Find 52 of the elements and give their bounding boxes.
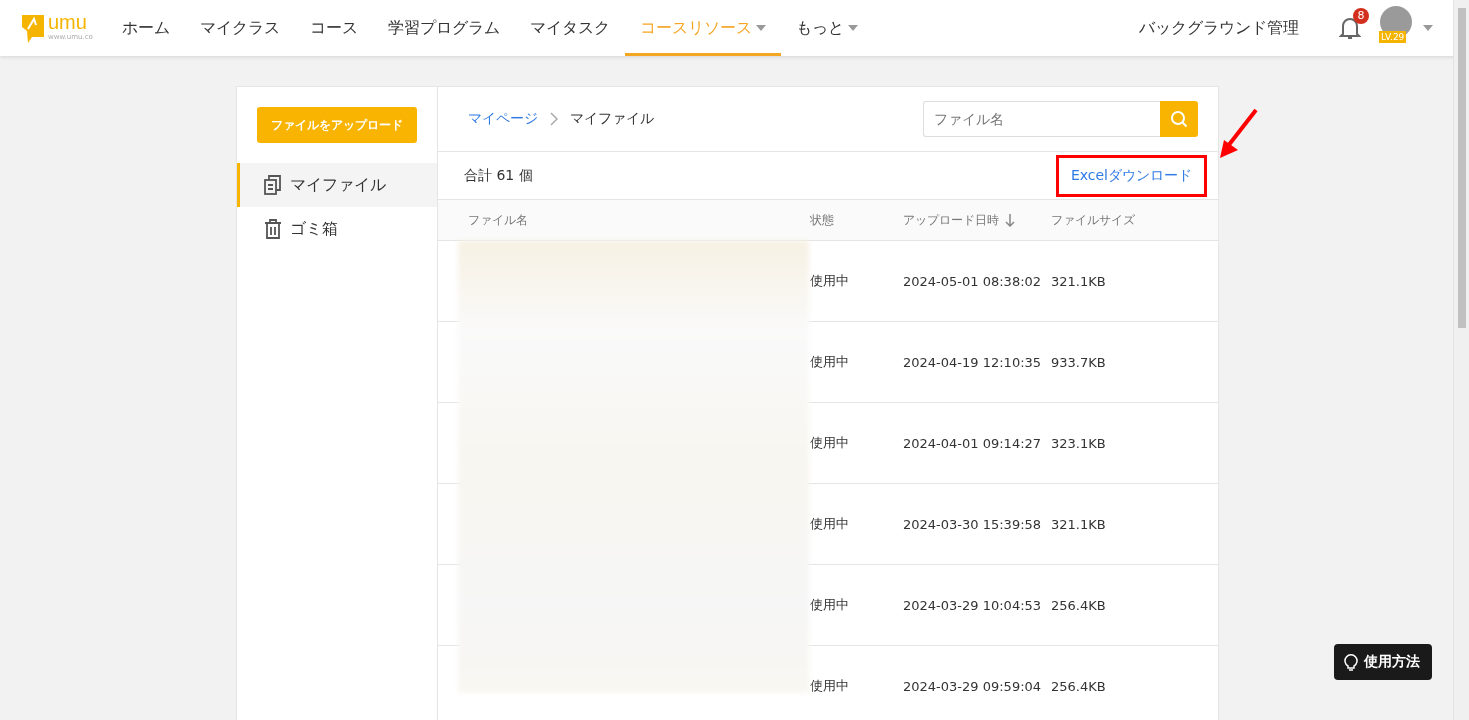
logo-text: umu	[48, 11, 87, 33]
lightbulb-icon	[1344, 653, 1358, 671]
trash-icon	[264, 219, 282, 239]
column-header: ファイルサイズ	[1051, 200, 1218, 241]
table-cell: 使用中	[810, 403, 903, 484]
files-icon	[264, 175, 282, 195]
table-cell: 321.1KB	[1051, 241, 1218, 322]
nav-tab[interactable]: もっと	[780, 0, 873, 56]
search-button[interactable]	[1160, 101, 1198, 138]
table-cell: 2024-04-19 12:10:35	[903, 322, 1051, 403]
table-cell: 2024-03-29 10:04:53	[903, 565, 1051, 646]
search-field[interactable]: ファイル名	[923, 101, 1160, 138]
arrow-icon	[1218, 108, 1260, 160]
admin-link[interactable]: バックグラウンド管理	[1139, 17, 1299, 39]
table-cell: 323.1KB	[1051, 403, 1218, 484]
table-cell: 256.4KB	[1051, 565, 1218, 646]
excel-download-link[interactable]: Excelダウンロード	[1055, 154, 1207, 197]
search-icon	[1170, 110, 1188, 129]
notification-badge: 8	[1353, 8, 1369, 24]
sort-arrow-icon[interactable]	[1005, 213, 1015, 227]
table-cell: 使用中	[810, 646, 903, 720]
table-cell: 2024-03-29 09:59:04	[903, 646, 1051, 720]
breadcrumb-item[interactable]: マイページ	[468, 110, 538, 129]
nav-tab[interactable]: コース	[294, 0, 373, 56]
chevron-icon	[550, 112, 558, 127]
table-cell: 使用中	[810, 241, 903, 322]
breadcrumb-item: マイファイル	[570, 110, 654, 129]
nav-tab[interactable]: マイタスク	[514, 0, 625, 56]
sidebar-item[interactable]: マイファイル	[237, 163, 437, 207]
total-count: 合計 61 個	[464, 166, 533, 185]
level-badge: LV.29	[1379, 31, 1407, 43]
table-cell: 2024-03-30 15:39:58	[903, 484, 1051, 565]
caret-icon[interactable]	[1423, 25, 1433, 31]
table-cell: 使用中	[810, 484, 903, 565]
table-cell: 使用中	[810, 322, 903, 403]
table-cell: 使用中	[810, 565, 903, 646]
table-cell: 2024-05-01 08:38:02	[903, 241, 1051, 322]
sidebar-item[interactable]: ゴミ箱	[237, 207, 437, 251]
sidebar-label: ゴミ箱	[290, 218, 338, 240]
scrollbar[interactable]	[1453, 0, 1469, 720]
nav-tab[interactable]: マイクラス	[184, 0, 295, 56]
table-cell: 2024-04-01 09:14:27	[903, 403, 1051, 484]
nav-tab[interactable]: 学習プログラム	[372, 0, 515, 56]
column-header: アップロード日時	[903, 200, 1051, 241]
column-header: ファイル名	[438, 200, 810, 241]
table-cell: 933.7KB	[1051, 322, 1218, 403]
table-cell: 256.4KB	[1051, 646, 1218, 720]
table-cell: 321.1KB	[1051, 484, 1218, 565]
help-button[interactable]: 使用方法	[1334, 644, 1432, 680]
nav-tab[interactable]: ホーム	[106, 0, 185, 56]
column-header: 状態	[810, 200, 903, 241]
sidebar-label: マイファイル	[290, 174, 386, 196]
